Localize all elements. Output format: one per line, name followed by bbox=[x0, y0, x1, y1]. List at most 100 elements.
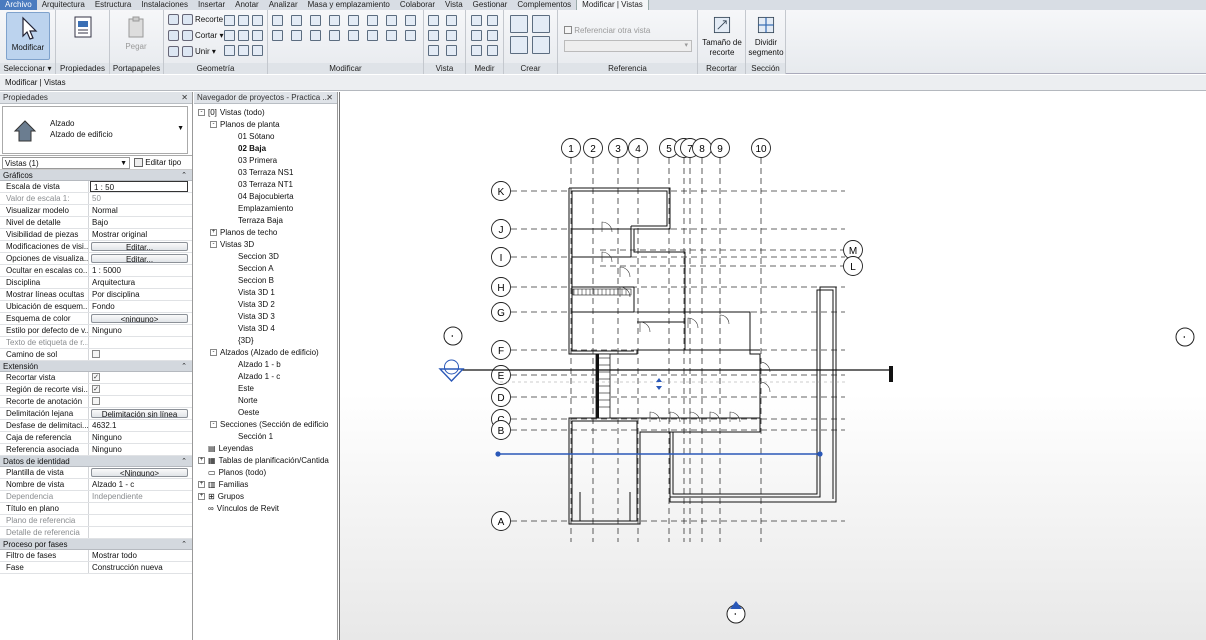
demolish-icon[interactable] bbox=[224, 30, 235, 41]
collapse-toggle-icon[interactable]: - bbox=[210, 349, 217, 357]
create-parts-icon[interactable] bbox=[510, 36, 528, 54]
tab-6[interactable]: Analizar bbox=[264, 0, 303, 10]
property-value[interactable]: <Ninguno> bbox=[91, 468, 188, 477]
browser-item[interactable]: ▭ Planos (todo) bbox=[198, 467, 266, 479]
flip-arrows-icon[interactable] bbox=[656, 378, 662, 390]
browser-item[interactable]: 01 Sótano bbox=[238, 131, 274, 143]
wall-icon[interactable] bbox=[224, 45, 235, 56]
browser-item[interactable]: Sección 1 bbox=[238, 431, 273, 443]
property-checkbox[interactable] bbox=[92, 373, 100, 382]
hide-icon[interactable] bbox=[428, 15, 439, 26]
angle-dropdown-icon[interactable] bbox=[487, 45, 498, 56]
elevation-line-end[interactable] bbox=[889, 366, 893, 382]
property-value[interactable]: Mostrar original bbox=[89, 229, 192, 240]
chevron-down-icon[interactable]: ▼ bbox=[177, 125, 184, 132]
move-icon[interactable] bbox=[272, 30, 283, 41]
attach-icon[interactable] bbox=[252, 45, 263, 56]
tab-3[interactable]: Instalaciones bbox=[136, 0, 193, 10]
expand-toggle-icon[interactable]: + bbox=[198, 457, 205, 465]
wall[interactable] bbox=[569, 187, 686, 312]
floor-plan-drawing[interactable]: 12345678910KJIHGFEDCBAML bbox=[340, 92, 1206, 640]
wall[interactable] bbox=[572, 228, 634, 313]
property-value[interactable]: Arquitectura bbox=[89, 277, 192, 288]
tab-0[interactable]: Archivo bbox=[0, 0, 37, 10]
collapse-toggle-icon[interactable]: - bbox=[210, 121, 217, 129]
collapse-toggle-icon[interactable]: - bbox=[210, 241, 217, 249]
instance-filter-select[interactable]: Vistas (1) ▼ bbox=[2, 157, 130, 169]
elevation-marker-selected[interactable] bbox=[438, 368, 465, 383]
wall[interactable] bbox=[637, 312, 761, 432]
dividir-segmento-button[interactable]: Dividir segmento bbox=[746, 12, 786, 60]
expand-toggle-icon[interactable]: + bbox=[198, 481, 205, 489]
browser-item[interactable]: Emplazamiento bbox=[238, 203, 293, 215]
browser-item[interactable]: {3D} bbox=[238, 335, 254, 347]
trim-icon[interactable] bbox=[348, 15, 359, 26]
mirror-axis-icon[interactable] bbox=[310, 15, 321, 26]
browser-item[interactable]: + Planos de techo bbox=[210, 227, 277, 239]
browser-item[interactable]: + ⊞ Grupos bbox=[198, 491, 244, 503]
scale-icon[interactable] bbox=[348, 30, 359, 41]
wall[interactable] bbox=[568, 418, 638, 524]
browser-item[interactable]: - Alzados (Alzado de edificio) bbox=[210, 347, 319, 359]
property-value[interactable]: Ninguno bbox=[89, 325, 192, 336]
dimension-icon[interactable] bbox=[471, 30, 482, 41]
browser-item[interactable]: ▤ Leyendas bbox=[198, 443, 253, 455]
browser-item[interactable]: - Vistas 3D bbox=[210, 239, 254, 251]
copy-button[interactable] bbox=[168, 29, 181, 43]
browser-item[interactable]: 04 Bajocubierta bbox=[238, 191, 294, 203]
wall[interactable] bbox=[640, 286, 837, 503]
property-value[interactable]: Alzado 1 - c bbox=[89, 479, 192, 490]
browser-item[interactable]: Alzado 1 - c bbox=[238, 371, 280, 383]
property-value[interactable] bbox=[89, 349, 192, 360]
browser-item[interactable]: - [0] Vistas (todo) bbox=[198, 107, 265, 119]
tamano-recorte-button[interactable]: Tamaño de recorte bbox=[700, 12, 744, 60]
property-value[interactable] bbox=[89, 372, 192, 383]
beam-icon[interactable] bbox=[252, 30, 263, 41]
pegar-button[interactable]: Pegar bbox=[114, 12, 158, 60]
property-value[interactable] bbox=[89, 384, 192, 395]
properties-section-header[interactable]: Datos de identidad ⌃ bbox=[0, 456, 192, 467]
property-checkbox[interactable] bbox=[92, 385, 100, 394]
create-assembly-icon[interactable] bbox=[532, 15, 550, 33]
tab-4[interactable]: Insertar bbox=[193, 0, 230, 10]
browser-item[interactable]: - Planos de planta bbox=[210, 119, 280, 131]
measure-icon[interactable] bbox=[471, 15, 482, 26]
property-value[interactable]: 1 : 50 bbox=[90, 181, 188, 192]
properties-section-header[interactable]: Gráficos ⌃ bbox=[0, 170, 192, 181]
collapse-icon[interactable]: ⌃ bbox=[181, 456, 187, 467]
delete-icon[interactable] bbox=[386, 30, 397, 41]
browser-item[interactable]: + ▥ Familias bbox=[198, 479, 248, 491]
property-value[interactable]: Editar... bbox=[91, 242, 188, 251]
extend-icon[interactable] bbox=[405, 30, 416, 41]
property-checkbox[interactable] bbox=[92, 350, 100, 359]
property-value[interactable]: 1 : 5000 bbox=[89, 265, 192, 276]
drawing-area[interactable]: 12345678910KJIHGFEDCBAML bbox=[339, 92, 1206, 640]
view-more-icon[interactable] bbox=[446, 45, 457, 56]
collapse-icon[interactable]: ⌃ bbox=[181, 170, 187, 181]
edit-type-button[interactable]: Editar tipo bbox=[134, 157, 181, 169]
tab-10[interactable]: Gestionar bbox=[468, 0, 513, 10]
collapse-toggle-icon[interactable]: - bbox=[198, 109, 205, 117]
rotate-icon[interactable] bbox=[310, 30, 321, 41]
close-icon[interactable]: ✕ bbox=[326, 92, 333, 104]
wall[interactable] bbox=[571, 191, 634, 352]
property-value[interactable]: Fondo bbox=[89, 301, 192, 312]
seleccionar-dropdown[interactable]: Seleccionar ▾ bbox=[0, 63, 55, 74]
override-icon[interactable] bbox=[446, 15, 457, 26]
align-icon[interactable] bbox=[272, 15, 283, 26]
browser-item[interactable]: + ▦ Tablas de planificación/Cantida bbox=[198, 455, 329, 467]
cortar-button[interactable]: Cortar ▾ bbox=[182, 29, 223, 43]
browser-item[interactable]: 03 Terraza NS1 bbox=[238, 167, 293, 179]
cope-icon[interactable] bbox=[238, 30, 249, 41]
browser-item[interactable]: Vista 3D 1 bbox=[238, 287, 275, 299]
array-icon[interactable] bbox=[405, 15, 416, 26]
split-icon[interactable] bbox=[367, 15, 378, 26]
browser-item[interactable]: Vista 3D 4 bbox=[238, 323, 275, 335]
create-group-icon[interactable] bbox=[510, 15, 528, 33]
tab-1[interactable]: Arquitectura bbox=[37, 0, 90, 10]
collapse-toggle-icon[interactable]: - bbox=[210, 421, 217, 429]
tab-9[interactable]: Vista bbox=[440, 0, 468, 10]
property-value[interactable]: Delimitación sin línea bbox=[91, 409, 188, 418]
properties-button[interactable] bbox=[61, 12, 105, 60]
type-selector[interactable]: Alzado Alzado de edificio ▼ bbox=[0, 104, 192, 156]
